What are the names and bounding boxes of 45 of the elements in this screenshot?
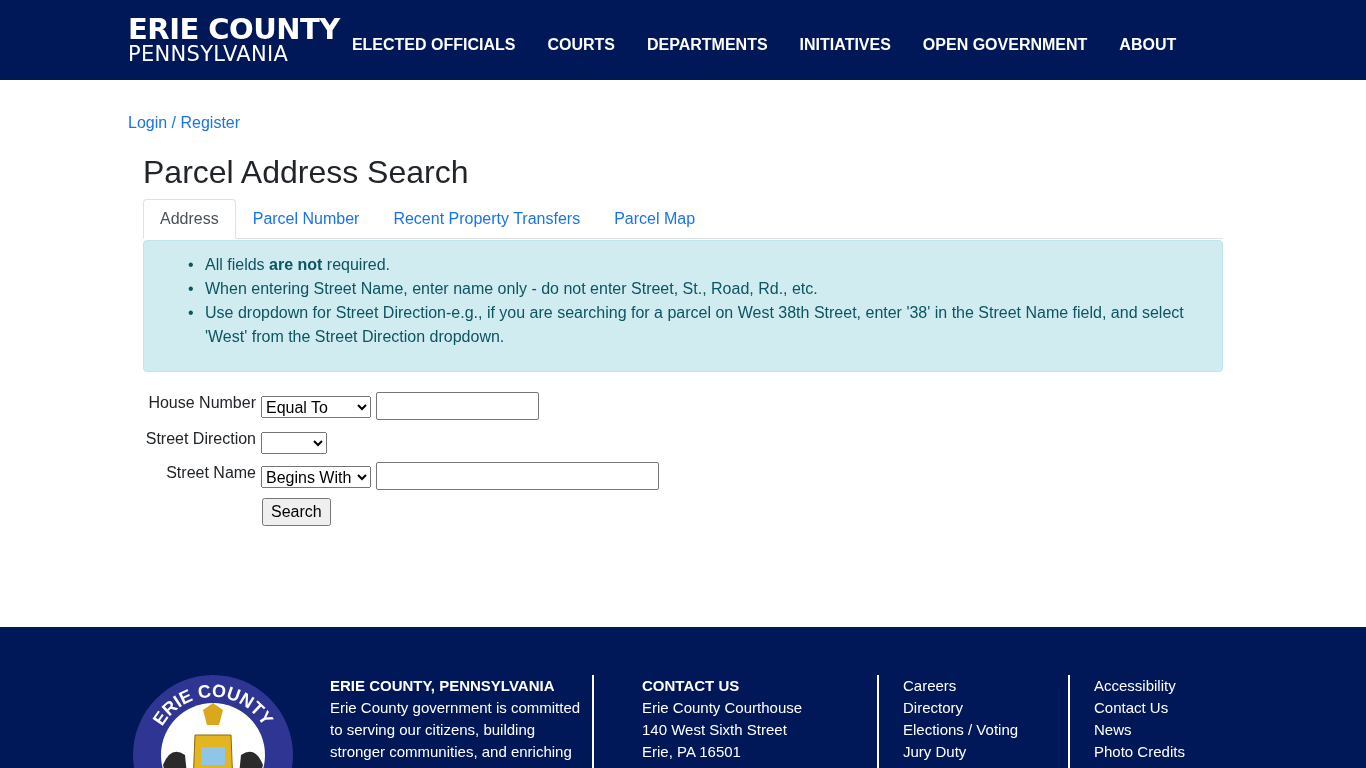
logo-subtitle[interactable]: PENNSYLVANIA [128,44,340,65]
bullet: • [188,255,195,275]
footer-heading: ERIE COUNTY, PENNSYLVANIA [330,676,556,696]
field-label: House Number [147,393,256,412]
logo-title[interactable]: ERIE COUNTY [128,15,340,44]
footer-text: stronger communities, and enriching [330,742,573,762]
footer-link[interactable]: Careers [903,675,1068,697]
bullet: • [188,279,195,299]
tab[interactable]: Parcel Number [235,199,377,239]
nav-link[interactable]: OPEN GOVERNMENT [922,36,1088,54]
footer-heading: CONTACT US [642,676,741,696]
nav-link[interactable]: COURTS [547,36,615,54]
nav-link[interactable]: ABOUT [1119,36,1177,54]
input-field[interactable] [376,392,539,420]
instruction-text: All fields are not required. [205,255,390,275]
footer-text: Erie County Courthouse [642,698,804,718]
instruction-text: Use dropdown for Street Direction-e.g., if you are searching for a parcel on West 38th Street, enter '38' in the Street Name field, and select 'West' from the Street Direction dropdown. [205,303,1185,347]
field-label: Street Name [165,463,256,482]
bullet: • [188,303,195,323]
footer-link[interactable]: News [1094,719,1185,741]
login-link[interactable]: Login / Register [128,114,241,132]
footer-link[interactable]: Photo Credits [1094,741,1185,763]
footer-link[interactable]: Elections / Voting [903,719,1068,741]
search-button[interactable]: Search [262,498,331,526]
field-label: Street Direction [144,429,256,448]
tab[interactable]: Parcel Map [597,199,713,239]
nav-link[interactable]: ELECTED OFFICIALS [351,36,516,54]
footer-link[interactable]: Jury Duty [903,741,1068,763]
nav-link[interactable]: INITIATIVES [799,36,891,54]
footer-text: Erie, PA 16501 [642,742,742,762]
nav-link[interactable]: DEPARTMENTS [647,36,768,54]
footer-link[interactable]: Contact Us [1094,697,1185,719]
footer-text: Erie County government is committed [330,698,582,718]
dropdown[interactable]: Begins With [261,466,371,488]
dropdown[interactable] [261,432,327,454]
footer-text: 140 West Sixth Street [642,720,788,740]
tab[interactable]: Recent Property Transfers [376,199,598,239]
instruction-text: When entering Street Name, enter name only - do not enter Street, St., Road, Rd., etc. [205,279,818,299]
dropdown[interactable]: Equal To [261,396,371,418]
page-title: Parcel Address Search [143,154,470,191]
footer-text: to serving our citizens, building [330,720,537,740]
footer-link[interactable]: Accessibility [1094,675,1185,697]
footer-link[interactable]: Directory [903,697,1068,719]
input-field[interactable] [376,462,659,490]
tab[interactable]: Address [143,199,236,239]
